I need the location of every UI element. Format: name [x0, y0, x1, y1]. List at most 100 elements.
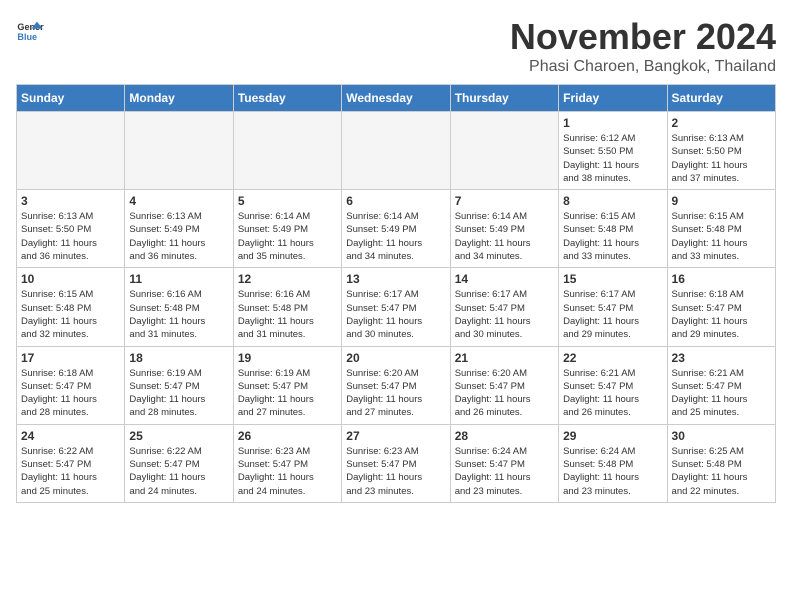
cell-info: Sunrise: 6:15 AM Sunset: 5:48 PM Dayligh… [672, 210, 771, 263]
calendar-cell [233, 112, 341, 190]
cell-info: Sunrise: 6:19 AM Sunset: 5:47 PM Dayligh… [129, 367, 228, 420]
calendar-cell: 26 Sunrise: 6:23 AM Sunset: 5:47 PM Dayli… [233, 424, 341, 502]
cell-info: Sunrise: 6:25 AM Sunset: 5:48 PM Dayligh… [672, 445, 771, 498]
day-number: 30 [672, 429, 771, 443]
cell-info: Sunrise: 6:20 AM Sunset: 5:47 PM Dayligh… [346, 367, 445, 420]
day-number: 16 [672, 272, 771, 286]
cell-info: Sunrise: 6:15 AM Sunset: 5:48 PM Dayligh… [21, 288, 120, 341]
location-subtitle: Phasi Charoen, Bangkok, Thailand [510, 58, 776, 76]
calendar-cell: 15 Sunrise: 6:17 AM Sunset: 5:47 PM Dayli… [559, 268, 667, 346]
day-number: 27 [346, 429, 445, 443]
calendar-cell: 8Sunrise: 6:15 AM Sunset: 5:48 PM Daylig… [559, 190, 667, 268]
day-number: 12 [238, 272, 337, 286]
cell-info: Sunrise: 6:24 AM Sunset: 5:47 PM Dayligh… [455, 445, 554, 498]
weekday-header-friday: Friday [559, 85, 667, 112]
cell-info: Sunrise: 6:23 AM Sunset: 5:47 PM Dayligh… [346, 445, 445, 498]
calendar-cell: 16 Sunrise: 6:18 AM Sunset: 5:47 PM Dayli… [667, 268, 775, 346]
calendar-cell: 6 Sunrise: 6:14 AM Sunset: 5:49 PM Daylig… [342, 190, 450, 268]
cell-info: Sunrise: 6:15 AM Sunset: 5:48 PM Dayligh… [563, 210, 662, 263]
cell-info: Sunrise: 6:22 AM Sunset: 5:47 PM Dayligh… [129, 445, 228, 498]
svg-text:Blue: Blue [17, 32, 37, 42]
logo: General Blue [16, 16, 44, 44]
cell-info: Sunrise: 6:16 AM Sunset: 5:48 PM Dayligh… [129, 288, 228, 341]
weekday-header-saturday: Saturday [667, 85, 775, 112]
day-number: 10 [21, 272, 120, 286]
cell-info: Sunrise: 6:13 AM Sunset: 5:49 PM Dayligh… [129, 210, 228, 263]
calendar-cell: 21 Sunrise: 6:20 AM Sunset: 5:47 PM Dayli… [450, 346, 558, 424]
day-number: 21 [455, 351, 554, 365]
calendar-cell: 24 Sunrise: 6:22 AM Sunset: 5:47 PM Dayli… [17, 424, 125, 502]
day-number: 23 [672, 351, 771, 365]
day-number: 7 [455, 194, 554, 208]
cell-info: Sunrise: 6:16 AM Sunset: 5:48 PM Dayligh… [238, 288, 337, 341]
day-number: 25 [129, 429, 228, 443]
calendar-cell [342, 112, 450, 190]
day-number: 11 [129, 272, 228, 286]
cell-info: Sunrise: 6:23 AM Sunset: 5:47 PM Dayligh… [238, 445, 337, 498]
weekday-header-monday: Monday [125, 85, 233, 112]
calendar-cell: 10 Sunrise: 6:15 AM Sunset: 5:48 PM Dayli… [17, 268, 125, 346]
day-number: 4 [129, 194, 228, 208]
cell-info: Sunrise: 6:14 AM Sunset: 5:49 PM Dayligh… [346, 210, 445, 263]
cell-info: Sunrise: 6:17 AM Sunset: 5:47 PM Dayligh… [455, 288, 554, 341]
day-number: 28 [455, 429, 554, 443]
calendar-cell: 25 Sunrise: 6:22 AM Sunset: 5:47 PM Dayli… [125, 424, 233, 502]
calendar-cell: 30 Sunrise: 6:25 AM Sunset: 5:48 PM Dayli… [667, 424, 775, 502]
calendar-cell: 14 Sunrise: 6:17 AM Sunset: 5:47 PM Dayli… [450, 268, 558, 346]
cell-info: Sunrise: 6:17 AM Sunset: 5:47 PM Dayligh… [346, 288, 445, 341]
day-number: 18 [129, 351, 228, 365]
logo-icon: General Blue [16, 16, 44, 44]
calendar-cell: 13 Sunrise: 6:17 AM Sunset: 5:47 PM Dayli… [342, 268, 450, 346]
calendar-cell: 20 Sunrise: 6:20 AM Sunset: 5:47 PM Dayli… [342, 346, 450, 424]
day-number: 13 [346, 272, 445, 286]
cell-info: Sunrise: 6:24 AM Sunset: 5:48 PM Dayligh… [563, 445, 662, 498]
calendar-cell: 1 Sunrise: 6:12 AM Sunset: 5:50 PM Daylig… [559, 112, 667, 190]
day-number: 20 [346, 351, 445, 365]
day-number: 24 [21, 429, 120, 443]
cell-info: Sunrise: 6:17 AM Sunset: 5:47 PM Dayligh… [563, 288, 662, 341]
calendar-cell: 29 Sunrise: 6:24 AM Sunset: 5:48 PM Dayli… [559, 424, 667, 502]
calendar-cell: 18 Sunrise: 6:19 AM Sunset: 5:47 PM Dayli… [125, 346, 233, 424]
cell-info: Sunrise: 6:18 AM Sunset: 5:47 PM Dayligh… [21, 367, 120, 420]
cell-info: Sunrise: 6:18 AM Sunset: 5:47 PM Dayligh… [672, 288, 771, 341]
calendar-cell: 11 Sunrise: 6:16 AM Sunset: 5:48 PM Dayli… [125, 268, 233, 346]
day-number: 5 [238, 194, 337, 208]
calendar-cell: 9 Sunrise: 6:15 AM Sunset: 5:48 PM Daylig… [667, 190, 775, 268]
calendar-cell: 27 Sunrise: 6:23 AM Sunset: 5:47 PM Dayli… [342, 424, 450, 502]
calendar-cell: 2Sunrise: 6:13 AM Sunset: 5:50 PM Daylig… [667, 112, 775, 190]
day-number: 29 [563, 429, 662, 443]
day-number: 9 [672, 194, 771, 208]
cell-info: Sunrise: 6:21 AM Sunset: 5:47 PM Dayligh… [672, 367, 771, 420]
day-number: 22 [563, 351, 662, 365]
cell-info: Sunrise: 6:12 AM Sunset: 5:50 PM Dayligh… [563, 132, 662, 185]
calendar-cell: 17 Sunrise: 6:18 AM Sunset: 5:47 PM Dayli… [17, 346, 125, 424]
day-number: 1 [563, 116, 662, 130]
weekday-header-wednesday: Wednesday [342, 85, 450, 112]
day-number: 14 [455, 272, 554, 286]
weekday-header-thursday: Thursday [450, 85, 558, 112]
calendar-cell: 3 Sunrise: 6:13 AM Sunset: 5:50 PM Daylig… [17, 190, 125, 268]
calendar-cell: 22Sunrise: 6:21 AM Sunset: 5:47 PM Dayli… [559, 346, 667, 424]
calendar-cell [17, 112, 125, 190]
cell-info: Sunrise: 6:14 AM Sunset: 5:49 PM Dayligh… [238, 210, 337, 263]
calendar-cell: 7Sunrise: 6:14 AM Sunset: 5:49 PM Daylig… [450, 190, 558, 268]
calendar-cell: 12 Sunrise: 6:16 AM Sunset: 5:48 PM Dayli… [233, 268, 341, 346]
calendar-cell: 28 Sunrise: 6:24 AM Sunset: 5:47 PM Dayli… [450, 424, 558, 502]
cell-info: Sunrise: 6:19 AM Sunset: 5:47 PM Dayligh… [238, 367, 337, 420]
day-number: 3 [21, 194, 120, 208]
weekday-header-tuesday: Tuesday [233, 85, 341, 112]
day-number: 19 [238, 351, 337, 365]
day-number: 26 [238, 429, 337, 443]
calendar-cell [450, 112, 558, 190]
day-number: 17 [21, 351, 120, 365]
calendar-cell: 4 Sunrise: 6:13 AM Sunset: 5:49 PM Daylig… [125, 190, 233, 268]
day-number: 15 [563, 272, 662, 286]
month-title: November 2024 [510, 16, 776, 58]
cell-info: Sunrise: 6:22 AM Sunset: 5:47 PM Dayligh… [21, 445, 120, 498]
cell-info: Sunrise: 6:13 AM Sunset: 5:50 PM Dayligh… [21, 210, 120, 263]
day-number: 2 [672, 116, 771, 130]
day-number: 6 [346, 194, 445, 208]
calendar-cell [125, 112, 233, 190]
calendar-cell: 23 Sunrise: 6:21 AM Sunset: 5:47 PM Dayli… [667, 346, 775, 424]
cell-info: Sunrise: 6:20 AM Sunset: 5:47 PM Dayligh… [455, 367, 554, 420]
